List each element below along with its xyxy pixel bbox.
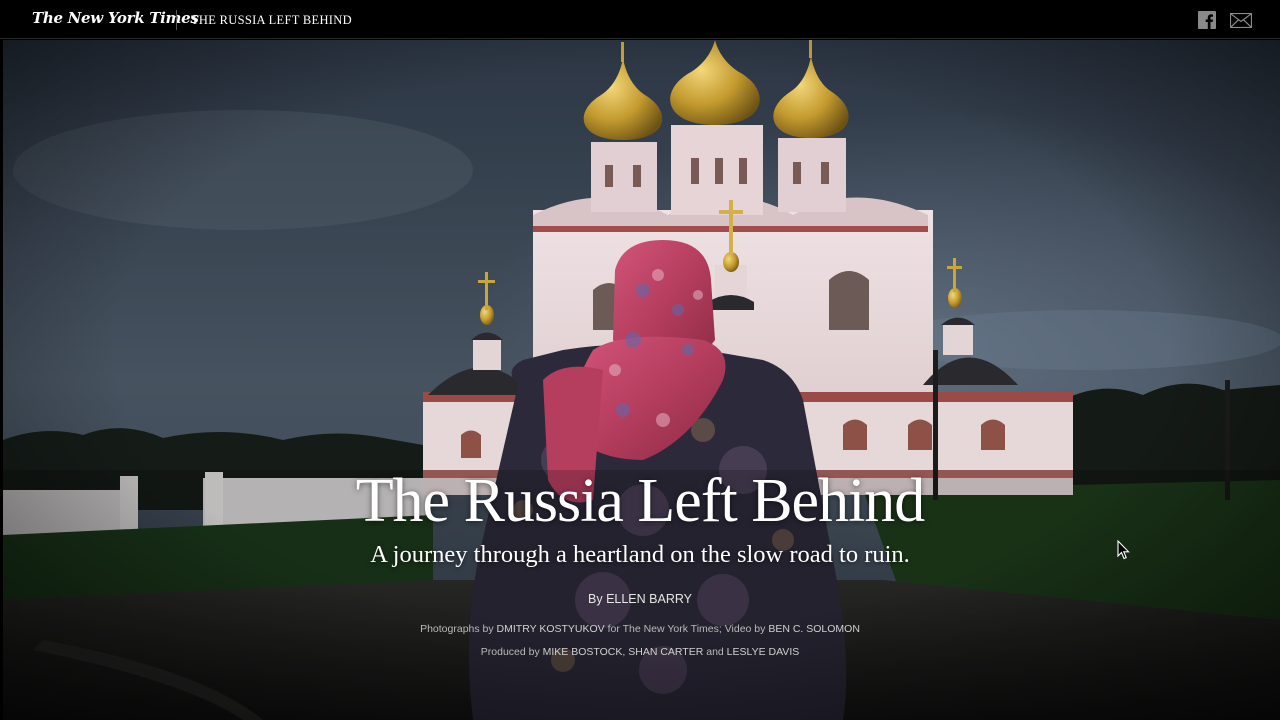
article-headline: The Russia Left Behind <box>355 467 926 535</box>
byline: By ELLEN BARRY <box>0 592 1280 606</box>
section-title[interactable]: THE RUSSIA LEFT BEHIND <box>191 13 352 28</box>
producer-name: MIKE BOSTOCK <box>542 646 623 658</box>
produced-prefix: Produced by <box>480 646 543 658</box>
hero-photo-illustration <box>3 40 1280 720</box>
top-bar: The New York Times THE RUSSIA LEFT BEHIN… <box>0 0 1280 39</box>
nyt-logo[interactable]: The New York Times <box>32 9 199 27</box>
photo-credit-line: Photographs by DMITRY KOSTYUKOV for The … <box>0 623 1280 635</box>
mail-icon[interactable] <box>1230 13 1252 28</box>
photo-credit-prefix: Photographs by <box>420 623 497 635</box>
hero-photo <box>3 40 1280 720</box>
byline-author[interactable]: ELLEN BARRY <box>606 592 692 606</box>
photo-credit-name: DMITRY KOSTYUKOV <box>496 623 605 635</box>
header-divider <box>176 10 177 30</box>
photo-credit-mid: for The New York Times; Video by <box>604 623 769 635</box>
mouse-cursor-icon <box>1117 540 1130 560</box>
producer-name: SHAN CARTER <box>628 646 704 658</box>
producer-credit-line: Produced by MIKE BOSTOCK, SHAN CARTER an… <box>0 646 1280 658</box>
byline-prefix: By <box>588 592 607 606</box>
producer-name: LESLYE DAVIS <box>726 646 800 658</box>
video-credit-name: BEN C. SOLOMON <box>768 623 860 635</box>
article-subheadline: A journey through a heartland on the slo… <box>370 541 910 568</box>
facebook-icon[interactable] <box>1198 11 1216 29</box>
producer-and: and <box>703 646 727 658</box>
